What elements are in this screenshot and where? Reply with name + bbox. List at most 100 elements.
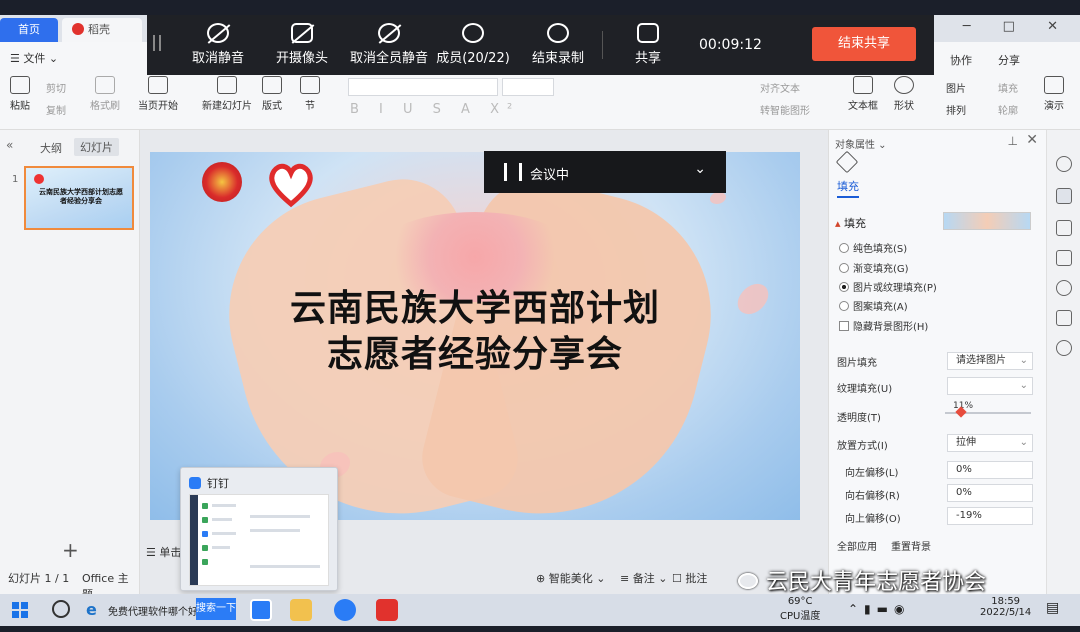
pin-icon[interactable] — [1056, 220, 1072, 236]
notification-icon[interactable]: ▤ — [1046, 600, 1059, 616]
end-share-button[interactable]: 结束共享 — [812, 27, 916, 61]
cut-button[interactable]: 剪切 — [46, 80, 66, 95]
backup-icon[interactable] — [1056, 310, 1072, 326]
slide[interactable]: 云南民族大学西部计划 志愿者经验分享会 — [150, 152, 800, 520]
collapse-panel-icon[interactable]: « — [6, 138, 13, 152]
from-current-label: 当页开始 — [138, 101, 178, 112]
notes-placeholder[interactable]: ☰ 单击 — [146, 544, 181, 560]
dingtalk-preview-popup[interactable]: 钉钉 — [180, 467, 338, 591]
preview-line — [250, 515, 310, 518]
chevron-down-icon[interactable]: ⌄ — [694, 161, 706, 177]
section-button[interactable]: 节 — [300, 76, 320, 112]
tab-home[interactable]: 首页 — [0, 18, 58, 42]
camera-button[interactable]: 开摄像头 — [269, 15, 335, 75]
notes-icon: ☰ — [146, 546, 160, 559]
copy-button[interactable]: 复制 — [46, 102, 66, 117]
pin-icon[interactable]: ⊥ — [1008, 134, 1018, 148]
taskbar-search-button[interactable]: 搜索一下 — [196, 598, 236, 620]
smart-art-button[interactable]: 转智能图形 — [760, 102, 810, 117]
copy-icon[interactable] — [1056, 250, 1072, 266]
offset-up-stepper[interactable]: -19% — [947, 507, 1033, 525]
from-current-button[interactable]: 当页开始 — [138, 76, 178, 112]
notes-button[interactable]: ≡ 备注 ⌄ — [620, 570, 667, 586]
help-icon[interactable] — [1056, 280, 1072, 296]
text-box-button[interactable]: 文本框 — [848, 76, 878, 112]
drag-handle-icon[interactable] — [153, 35, 161, 51]
solid-fill-radio[interactable]: 纯色填充(S) — [839, 240, 907, 255]
search-icon[interactable] — [52, 600, 70, 618]
tab-app[interactable]: 稻壳 — [62, 18, 142, 42]
hide-background-checkbox[interactable]: 隐藏背景图形(H) — [839, 318, 928, 333]
wps-taskbar-icon[interactable] — [376, 599, 398, 621]
close-icon[interactable]: ✕ — [1026, 132, 1038, 148]
new-slide-button[interactable]: 新建幻灯片 — [202, 76, 252, 112]
watermark-text: 云民大青年志愿者协会 — [766, 570, 987, 595]
add-slide-icon[interactable]: + — [62, 538, 79, 562]
end-record-label: 结束录制 — [531, 51, 584, 66]
placement-select[interactable]: 拉伸 ⌄ — [947, 434, 1033, 452]
slide-title[interactable]: 云南民族大学西部计划 志愿者经验分享会 — [150, 286, 800, 378]
panel-title-label: 对象属性 — [835, 140, 875, 151]
tab-slides[interactable]: 幻灯片 — [74, 138, 119, 156]
align-text-button[interactable]: 对齐文本 — [760, 80, 800, 95]
radio-selected-icon — [839, 282, 849, 292]
end-record-button[interactable]: 结束录制 — [525, 15, 591, 75]
beautify-button[interactable]: ⊕ 智能美化 ⌄ — [536, 570, 605, 586]
preview-line — [212, 518, 232, 521]
shapes-button[interactable]: 形状 — [894, 76, 914, 112]
file-menu[interactable]: ☰ 文件 ⌄ — [10, 50, 58, 66]
arrange-button[interactable]: 排列 — [946, 102, 966, 117]
present-button[interactable]: 演示 — [1044, 76, 1064, 112]
gradient-fill-radio[interactable]: 渐变填充(G) — [839, 260, 909, 275]
fill-button[interactable]: 填充 — [998, 80, 1018, 95]
reset-background-button[interactable]: 重置背景 — [891, 538, 931, 553]
transparency-slider[interactable] — [945, 406, 1031, 418]
screen-share-button[interactable]: 共享 — [621, 15, 675, 75]
picture-fill-radio[interactable]: 图片或纹理填充(P) — [839, 279, 937, 294]
meeting-app-icon[interactable] — [334, 599, 356, 621]
format-painter-button[interactable]: 格式刷 — [90, 76, 120, 112]
shapes-label: 形状 — [894, 101, 914, 112]
layout-label: 版式 — [262, 101, 282, 112]
font-family-select[interactable] — [348, 78, 498, 96]
fill-section-header[interactable]: ▴ 填充 — [835, 215, 866, 231]
meeting-status-pill[interactable]: 会议中 ⌄ — [484, 151, 726, 193]
radio-icon — [839, 301, 849, 311]
unmute-button[interactable]: 取消静音 — [185, 15, 251, 75]
collab-button[interactable]: 协作 — [950, 52, 972, 68]
file-explorer-icon[interactable] — [290, 599, 312, 621]
dingtalk-taskbar-icon[interactable] — [250, 599, 272, 621]
paste-button[interactable]: 粘贴 — [10, 76, 30, 112]
offset-right-stepper[interactable]: 0% — [947, 484, 1033, 502]
tab-outline[interactable]: 大纲 — [40, 140, 62, 156]
ie-browser-icon[interactable]: e — [86, 600, 97, 619]
picture-fill-select[interactable]: 请选择图片 ⌄ — [947, 352, 1033, 370]
clock[interactable]: 18:59 2022/5/14 — [980, 596, 1031, 618]
fill-preview-swatch[interactable] — [943, 212, 1031, 230]
slide-thumbnail[interactable]: 云南民族大学西部计划志愿者经验分享会 — [24, 166, 134, 230]
unmute-all-button[interactable]: 取消全员静音 — [343, 15, 435, 75]
format-toolbar[interactable]: B I U S A X² — [350, 102, 520, 117]
tab-fill[interactable]: 填充 — [837, 178, 859, 198]
share-button[interactable]: 分享 — [998, 52, 1020, 68]
texture-fill-select[interactable]: ⌄ — [947, 377, 1033, 395]
tray-icons[interactable]: ⌃▮▬◉ — [848, 602, 910, 616]
offset-left-stepper[interactable]: 0% — [947, 461, 1033, 479]
picture-button[interactable]: 图片 — [946, 80, 966, 95]
font-size-select[interactable] — [502, 78, 554, 96]
rocket-icon[interactable] — [1056, 156, 1072, 172]
apply-all-button[interactable]: 全部应用 — [837, 538, 877, 553]
comments-label: 批注 — [685, 572, 708, 585]
layout-button[interactable]: 版式 — [262, 76, 282, 112]
popup-title: 钉钉 — [207, 477, 229, 490]
location-icon[interactable] — [1056, 340, 1072, 356]
comments-button[interactable]: ☐ 批注 — [672, 570, 707, 586]
pattern-fill-radio[interactable]: 图案填充(A) — [839, 298, 908, 313]
taskbar-promo[interactable]: 免费代理软件哪个好 — [108, 603, 198, 618]
outline-button[interactable]: 轮廓 — [998, 102, 1018, 117]
signal-bars-icon — [504, 163, 522, 181]
members-button[interactable]: 成员(20/22) — [433, 15, 513, 75]
text-box-icon — [853, 76, 873, 94]
windows-start-icon[interactable] — [12, 602, 28, 618]
properties-icon[interactable] — [1056, 188, 1072, 204]
